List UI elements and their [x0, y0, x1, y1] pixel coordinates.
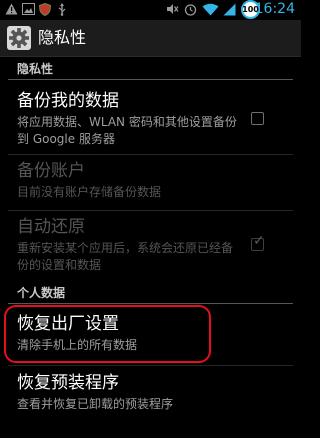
status-bar: 100 16:24 — [0, 0, 301, 20]
pref-title: 恢复预装程序 — [17, 373, 119, 393]
category-divider — [8, 303, 293, 304]
pref-summary: 将应用数据、WLAN 密码和其他设置备份到 Google 服务器 — [17, 115, 237, 146]
pref-summary: 查看并恢复已卸载的预装程序 — [17, 397, 174, 411]
settings-list: 隐私性 备份我的数据 将应用数据、WLAN 密码和其他设置备份到 Google … — [0, 57, 301, 438]
sound-off-icon — [165, 2, 179, 16]
gear-icon[interactable] — [6, 25, 32, 51]
category-header-privacy: 隐私性 — [0, 57, 301, 80]
category-divider — [8, 79, 293, 80]
category-label: 个人数据 — [17, 286, 66, 300]
pref-title: 备份账户 — [17, 161, 85, 181]
shield-icon — [38, 2, 52, 16]
pref-summary: 目前没有账户存储备份数据 — [17, 185, 162, 199]
pref-title: 自动还原 — [17, 217, 85, 237]
pref-summary: 重新安装某个应用后，系统会还原已经备份的设置和数据 — [17, 241, 234, 272]
auto-restore-checkbox: ✓ — [251, 234, 265, 251]
pref-restore-preinstalled[interactable]: 恢复预装程序 查看并恢复已卸载的预装程序 — [0, 366, 301, 426]
pref-auto-restore: 自动还原 重新安装某个应用后，系统会还原已经备份的设置和数据 ✓ — [0, 211, 301, 281]
backup-checkbox[interactable] — [251, 112, 264, 125]
usb-icon — [55, 2, 69, 16]
alarm-icon — [183, 2, 197, 16]
image-icon — [21, 2, 35, 16]
pref-title: 备份我的数据 — [17, 91, 119, 111]
action-bar: 隐私性 — [0, 20, 301, 57]
clock: 16:24 — [254, 1, 295, 17]
signal-icon — [222, 2, 236, 16]
category-label: 隐私性 — [17, 62, 54, 76]
category-header-personal-data: 个人数据 — [0, 281, 301, 304]
check-icon: ✓ — [253, 233, 265, 249]
page-title: 隐私性 — [38, 28, 87, 47]
highlight-outline — [4, 305, 211, 363]
pref-backup-account: 备份账户 目前没有账户存储备份数据 — [0, 155, 301, 209]
wifi-icon — [201, 2, 219, 16]
warning-icon — [4, 2, 18, 16]
pref-backup-my-data[interactable]: 备份我的数据 将应用数据、WLAN 密码和其他设置备份到 Google 服务器 — [0, 81, 301, 153]
